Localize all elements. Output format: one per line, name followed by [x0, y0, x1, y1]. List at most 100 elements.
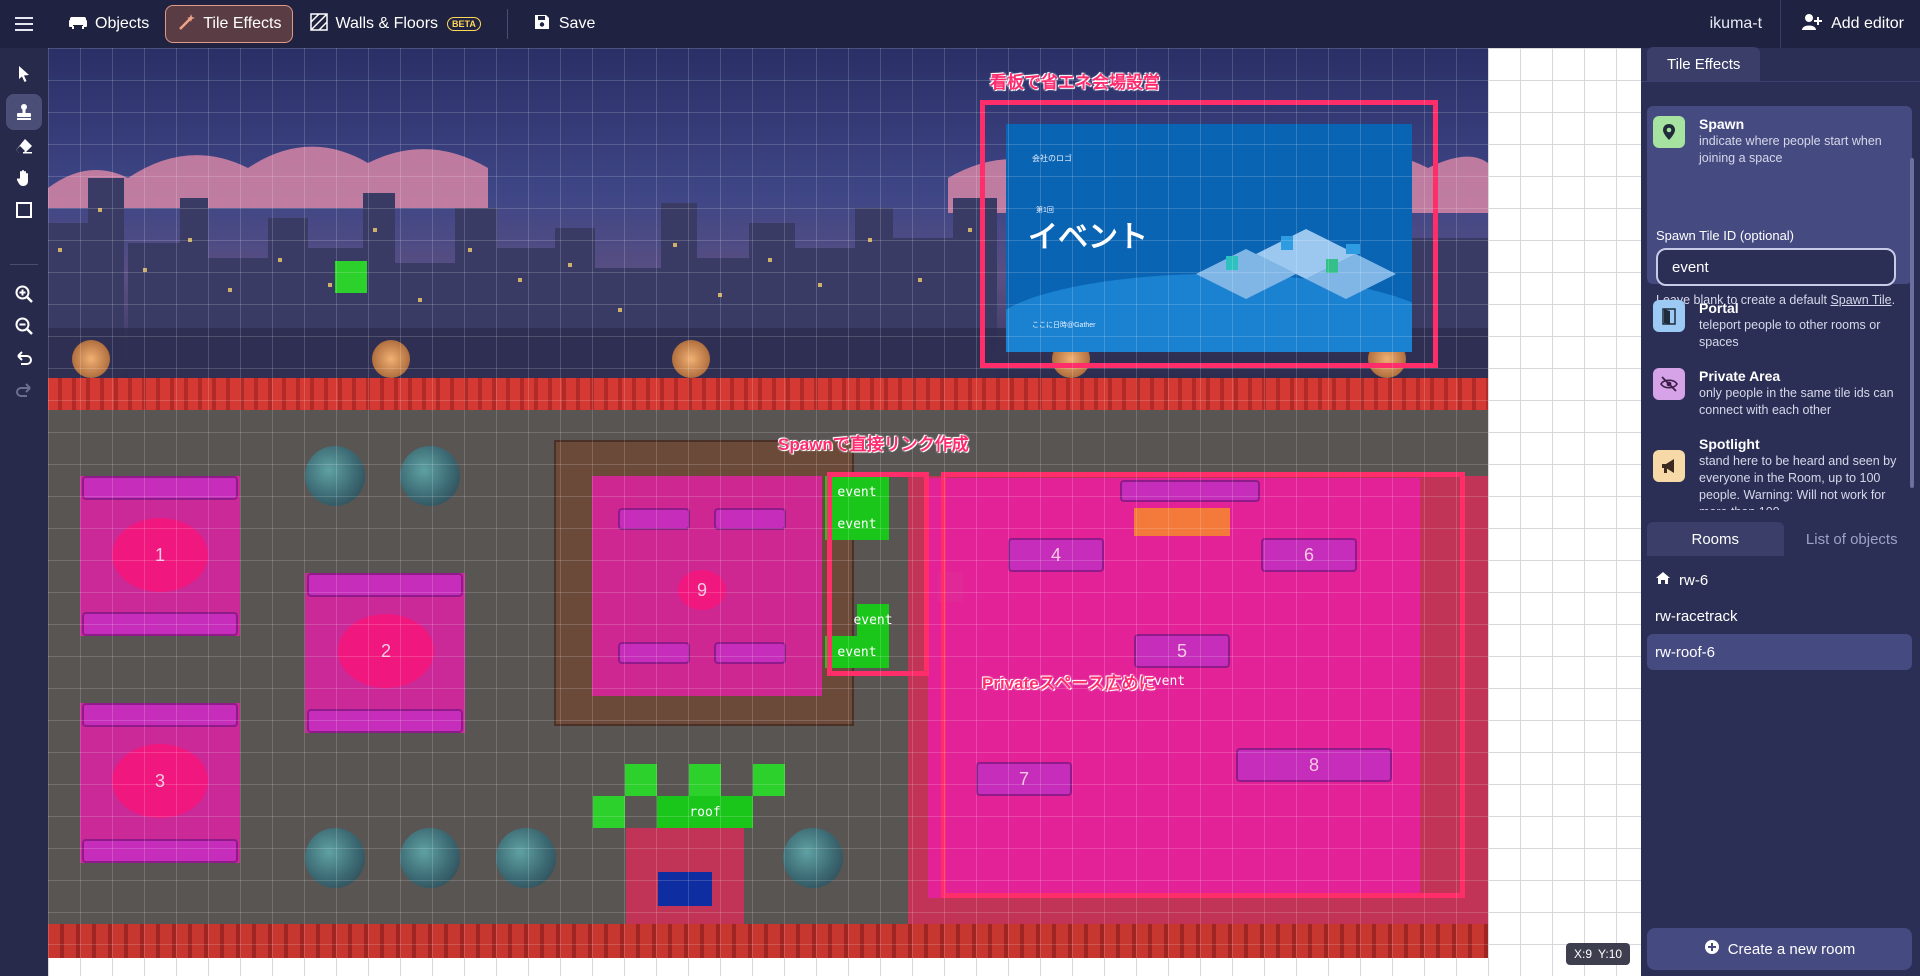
stamp-tool-icon[interactable]: [6, 94, 42, 130]
sofa: [82, 839, 238, 863]
eye-off-icon: [1653, 368, 1685, 400]
table-8-number: 8: [1308, 754, 1319, 775]
tab-objects[interactable]: Objects: [58, 5, 159, 43]
effect-spotlight-name: Spotlight: [1699, 436, 1760, 452]
portal-tile[interactable]: [625, 764, 657, 796]
portal-tile-label[interactable]: roof: [657, 796, 753, 828]
effect-portal[interactable]: Portal teleport people to other rooms or…: [1647, 290, 1912, 361]
undo-icon[interactable]: [6, 340, 42, 376]
hand-tool-icon[interactable]: [6, 160, 42, 196]
select-tool-icon[interactable]: [6, 56, 42, 92]
spawn-tile[interactable]: event: [853, 604, 893, 636]
tree: [400, 828, 460, 888]
tab-objects-label: Objects: [95, 15, 150, 32]
toolbar-divider: [506, 9, 508, 39]
tile-effects-panel: Tile Effects Spawn indicate where people…: [1641, 47, 1920, 976]
annotation-spawn-link: Spawnで直接リンク作成: [778, 435, 969, 454]
table-7-number: 7: [1018, 768, 1029, 789]
tab-tile-effects[interactable]: Tile Effects: [165, 5, 293, 43]
portal-tile[interactable]: [593, 796, 625, 828]
beta-badge: BETA: [447, 17, 481, 31]
spawn-tile[interactable]: event: [825, 476, 889, 508]
zoom-out-icon[interactable]: [6, 308, 42, 344]
stage-sofa: [1120, 480, 1260, 502]
create-room-button[interactable]: Create a new room: [1647, 928, 1912, 970]
sofa: [618, 642, 690, 664]
top-toolbar: Objects Tile Effects Walls & Floors BETA…: [0, 0, 1920, 48]
sofa: [714, 642, 786, 664]
plus-circle-icon: [1704, 939, 1720, 959]
spawn-tile-marker[interactable]: [335, 261, 367, 293]
effect-spotlight-desc: stand here to be heard and seen by every…: [1699, 454, 1897, 510]
room-item-rw-racetrack[interactable]: rw-racetrack: [1647, 598, 1912, 634]
sofa: [307, 709, 463, 733]
tree: [496, 828, 556, 888]
tab-tile-effects-panel[interactable]: Tile Effects: [1647, 47, 1761, 81]
tool-divider: [10, 264, 38, 265]
effect-spotlight[interactable]: Spotlight stand here to be heard and see…: [1647, 426, 1912, 510]
tree: [400, 446, 460, 506]
lamp: [72, 340, 110, 378]
add-editor-button[interactable]: Add editor: [1781, 0, 1920, 48]
hatch-icon: [309, 12, 329, 37]
room-item-rw-6[interactable]: rw-6: [1647, 562, 1912, 598]
redo-icon[interactable]: [6, 372, 42, 408]
poster-date: ここに日時@Gather: [1032, 322, 1096, 329]
spawn-tile[interactable]: event: [825, 636, 889, 668]
add-editor-label: Add editor: [1831, 15, 1904, 32]
spawn-id-input[interactable]: [1656, 248, 1896, 286]
tab-walls-floors[interactable]: Walls & Floors BETA: [299, 5, 491, 43]
table-1: 1: [112, 518, 208, 592]
poster-logo-text: 会社のロゴ: [1032, 154, 1072, 163]
table-4-number: 4: [1050, 544, 1061, 565]
spawn-tile[interactable]: event: [825, 508, 889, 540]
tool-strip: [0, 48, 48, 976]
home-icon: [1655, 571, 1671, 589]
poster-title: イベント: [1028, 221, 1148, 254]
effect-private-area[interactable]: Private Area only people in the same til…: [1647, 358, 1912, 429]
save-button[interactable]: Save: [522, 5, 605, 43]
effect-spawn-name: Spawn: [1699, 116, 1745, 132]
effect-spawn[interactable]: Spawn indicate where people start when j…: [1647, 106, 1912, 177]
map-view[interactable]: 1 2 3 9 event event event event roof 4 6…: [48, 48, 1488, 958]
panel-tabs: Tile Effects: [1641, 47, 1920, 82]
tab-rooms[interactable]: Rooms: [1647, 522, 1784, 556]
event-poster[interactable]: 会社のロゴ 第1回 イベント ここに日時@Gather: [1006, 124, 1412, 352]
user-name: ikuma-t: [1709, 15, 1763, 32]
hamburger-icon[interactable]: [0, 0, 48, 48]
table-9: 9: [678, 570, 726, 610]
sofa: [307, 573, 463, 597]
tab-tile-effects-label: Tile Effects: [203, 15, 282, 32]
tab-list-of-objects[interactable]: List of objects: [1784, 522, 1920, 556]
sofa: [618, 508, 690, 530]
room-name: rw-roof-6: [1655, 643, 1716, 661]
sofa: [82, 703, 238, 727]
zoom-in-icon[interactable]: [6, 276, 42, 312]
effect-portal-name: Portal: [1699, 300, 1739, 316]
spotlight-tiles[interactable]: [1134, 508, 1230, 536]
room-name: rw-6: [1679, 571, 1709, 589]
eraser-tool-icon[interactable]: [6, 128, 42, 164]
portal-tile[interactable]: [753, 764, 785, 796]
tab-walls-floors-label: Walls & Floors: [335, 15, 439, 32]
save-label: Save: [558, 15, 596, 32]
effect-private-area-desc: only people in the same tile ids can con…: [1699, 386, 1894, 417]
cursor-coordinates: X:9 Y:10: [1566, 943, 1631, 965]
tree: [305, 828, 365, 888]
table-6-number: 6: [1303, 544, 1314, 565]
effect-private-area-name: Private Area: [1699, 368, 1781, 384]
table-2: 2: [338, 614, 434, 688]
coord-y: Y:10: [1598, 947, 1623, 961]
map-canvas[interactable]: 1 2 3 9 event event event event roof 4 6…: [48, 48, 1641, 976]
rect-select-tool-icon[interactable]: [6, 192, 42, 228]
stairs: [658, 872, 712, 906]
table-5-number: 5: [1176, 640, 1187, 661]
table-3: 3: [112, 744, 208, 818]
room-item-rw-roof-6[interactable]: rw-roof-6: [1647, 634, 1912, 670]
megaphone-icon: [1653, 450, 1685, 482]
portal-tile[interactable]: [689, 764, 721, 796]
effects-scrollbar[interactable]: [1910, 158, 1914, 488]
sofa-icon: [68, 12, 88, 37]
coord-x: X:9: [1574, 947, 1593, 961]
door-icon: [1653, 300, 1685, 332]
